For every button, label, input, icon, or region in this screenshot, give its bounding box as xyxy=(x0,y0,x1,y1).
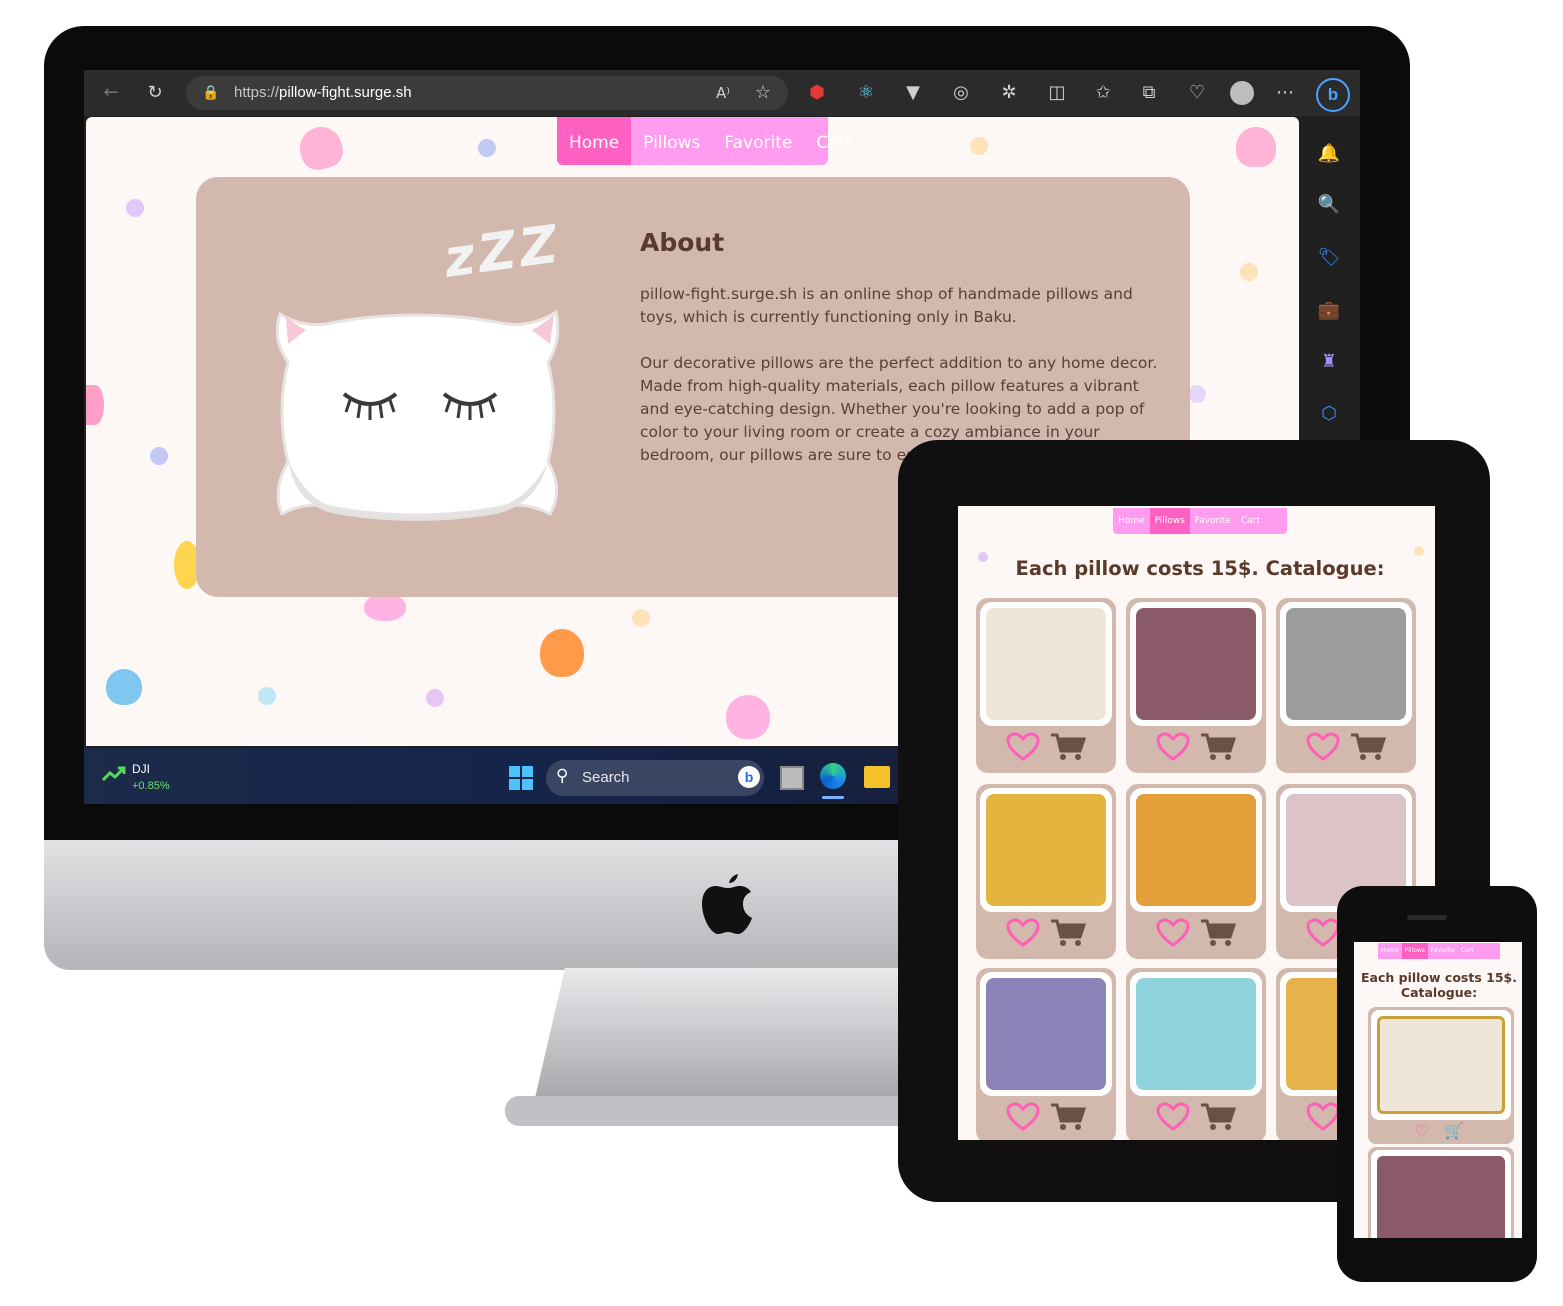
nav-cart[interactable]: Cart xyxy=(804,117,864,165)
back-arrow-icon[interactable]: ← xyxy=(96,76,126,110)
site-nav: Home Pillows Favorite Cart xyxy=(557,117,852,165)
tools-briefcase-icon[interactable]: 💼 xyxy=(1315,297,1343,325)
more-menu-icon[interactable]: ⋯ xyxy=(1270,76,1300,110)
product-image-frame xyxy=(1130,602,1262,726)
cactus-yellow-pillow-image[interactable] xyxy=(986,794,1106,906)
product-card xyxy=(976,598,1116,773)
favorite-heart-icon[interactable] xyxy=(1156,918,1190,948)
extension-shield-icon[interactable]: ⬢ xyxy=(802,76,832,110)
file-explorer-icon[interactable] xyxy=(864,766,890,788)
sleeping-pillow-illustration xyxy=(275,309,560,521)
extensions-puzzle-icon[interactable]: ✲ xyxy=(994,76,1024,110)
edge-browser-icon[interactable] xyxy=(820,763,846,789)
games-chess-icon[interactable]: ♜ xyxy=(1315,348,1343,376)
hearts-purple-pillow-image[interactable] xyxy=(986,978,1106,1090)
product-image-frame xyxy=(980,602,1112,726)
sidebar-search-icon[interactable]: 🔍 xyxy=(1315,191,1343,219)
add-to-cart-icon[interactable] xyxy=(1050,732,1086,762)
about-paragraph-1: pillow-fight.surge.sh is an online shop … xyxy=(640,285,1133,326)
notifications-bell-icon[interactable]: 🔔 xyxy=(1315,140,1343,168)
copilot-icon[interactable]: b xyxy=(1316,78,1350,112)
browser-essentials-icon[interactable]: ♡ xyxy=(1182,76,1212,110)
phone-nav-favorite[interactable]: Favorite xyxy=(1428,943,1458,959)
product-card xyxy=(1126,784,1266,959)
phone-catalogue-title-line2: Catalogue: xyxy=(1400,985,1478,1000)
phone-catalogue-title: Each pillow costs 15$. Catalogue: xyxy=(1356,970,1522,1000)
favorite-heart-icon[interactable] xyxy=(1156,732,1190,762)
windows-start-icon[interactable] xyxy=(509,766,533,790)
phone-nav-pillows[interactable]: Pillows xyxy=(1401,943,1428,959)
shopping-tag-icon[interactable]: 🏷 xyxy=(1315,244,1343,272)
product-image-frame xyxy=(980,972,1112,1096)
task-view-icon[interactable] xyxy=(780,766,804,790)
phone-speaker xyxy=(1407,915,1447,920)
add-to-cart-icon[interactable] xyxy=(1200,732,1236,762)
taskbar-search-box[interactable] xyxy=(546,760,764,796)
phone-product-image-2[interactable] xyxy=(1377,1156,1505,1238)
phone-favorite-heart-icon[interactable]: ♡ xyxy=(1414,1122,1429,1142)
bing-icon[interactable]: b xyxy=(738,766,760,788)
collections-icon[interactable]: ⧉ xyxy=(1134,76,1164,110)
product-card xyxy=(1126,598,1266,773)
mandala-blue-pillow-image[interactable] xyxy=(1136,978,1256,1090)
product-image-frame xyxy=(1130,972,1262,1096)
product-card xyxy=(1276,598,1416,773)
microsoft-365-icon[interactable]: ⬡ xyxy=(1315,400,1343,428)
phone-product-image[interactable] xyxy=(1377,1016,1505,1114)
stock-trend-up-icon[interactable] xyxy=(102,766,126,782)
cactus-grey-pillow-image[interactable] xyxy=(1286,608,1406,720)
url-text[interactable]: https://pillow-fight.surge.sh xyxy=(234,84,412,101)
target-extension-icon[interactable]: ◎ xyxy=(946,76,976,110)
product-card xyxy=(976,968,1116,1140)
product-card xyxy=(976,784,1116,959)
favorite-heart-icon[interactable] xyxy=(1306,918,1340,948)
phone-nav-cart[interactable]: Cart xyxy=(1458,943,1477,959)
stock-ticker[interactable]: DJI xyxy=(132,762,150,776)
react-devtools-icon[interactable]: ⚛ xyxy=(851,76,881,110)
active-app-indicator xyxy=(822,796,844,799)
nav-home[interactable]: Home xyxy=(557,117,632,165)
favorite-heart-icon[interactable] xyxy=(1006,918,1040,948)
phone-add-to-cart-icon[interactable]: 🛒 xyxy=(1444,1121,1464,1140)
lace-pillow-image[interactable] xyxy=(986,608,1106,720)
favorites-list-icon[interactable]: ✩ xyxy=(1088,76,1118,110)
read-aloud-icon[interactable]: A⁾ xyxy=(708,76,738,110)
favorite-heart-icon[interactable] xyxy=(1006,1102,1040,1132)
nav-pillows[interactable]: Pillows xyxy=(631,117,712,165)
apple-logo-icon xyxy=(702,874,752,934)
lock-icon[interactable]: 🔒 xyxy=(196,76,226,110)
favorite-heart-icon[interactable] xyxy=(1006,732,1040,762)
add-to-cart-icon[interactable] xyxy=(1200,918,1236,948)
stock-change: +0.85% xyxy=(132,780,170,792)
product-image-frame xyxy=(1280,602,1412,726)
phone-product-card-2 xyxy=(1368,1147,1514,1238)
taskbar-search-icon: ⚲ xyxy=(556,766,569,786)
favorite-star-icon[interactable]: ☆ xyxy=(748,76,778,110)
phone-site-nav: Home Pillows Favorite Cart xyxy=(1378,943,1500,959)
add-to-cart-icon[interactable] xyxy=(1050,918,1086,948)
url-host: pillow-fight.surge.sh xyxy=(279,84,412,101)
favorite-heart-icon[interactable] xyxy=(1306,732,1340,762)
taskbar-search-text: Search xyxy=(582,769,630,786)
phone-nav-home[interactable]: Home xyxy=(1378,943,1402,959)
add-to-cart-icon[interactable] xyxy=(1200,1102,1236,1132)
product-image-frame xyxy=(1130,788,1262,912)
favorite-heart-icon[interactable] xyxy=(1156,1102,1190,1132)
phone-catalogue-title-line1: Each pillow costs 15$. xyxy=(1361,970,1517,985)
product-card xyxy=(1126,968,1266,1140)
profile-avatar[interactable] xyxy=(1230,81,1254,105)
favorite-heart-icon[interactable] xyxy=(1306,1102,1340,1132)
url-prefix: https:// xyxy=(234,84,280,101)
add-to-cart-icon[interactable] xyxy=(1350,732,1386,762)
add-to-cart-icon[interactable] xyxy=(1050,1102,1086,1132)
vue-extension-icon[interactable]: ▼ xyxy=(898,76,928,110)
product-image-frame xyxy=(980,788,1112,912)
phone-product-card: ♡ 🛒 xyxy=(1368,1007,1514,1144)
bird-pillow-image[interactable] xyxy=(1136,608,1256,720)
split-screen-icon[interactable]: ◫ xyxy=(1042,76,1072,110)
refresh-icon[interactable]: ↻ xyxy=(140,76,170,110)
nav-favorite[interactable]: Favorite xyxy=(712,117,804,165)
cactus-orange-pillow-image[interactable] xyxy=(1136,794,1256,906)
about-title: About xyxy=(640,228,725,257)
